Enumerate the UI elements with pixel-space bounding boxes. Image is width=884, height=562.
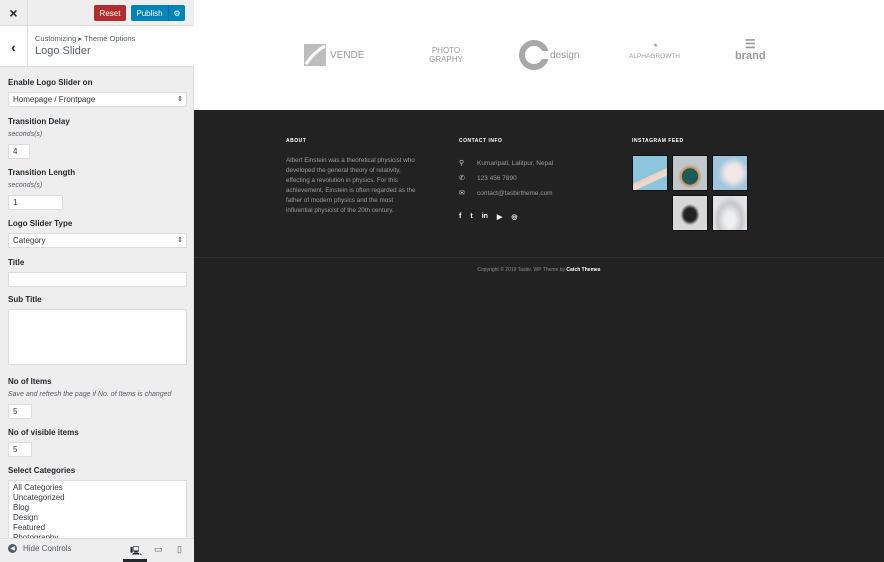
visible-items-label: No of visible items: [8, 428, 79, 437]
categories-listbox[interactable]: All Categories Uncategorized Blog Design…: [8, 480, 187, 540]
catch-themes-link[interactable]: Catch Themes: [566, 267, 600, 273]
contact-title: CONTACT INFO: [459, 138, 503, 144]
youtube-icon[interactable]: ▶: [497, 213, 502, 221]
no-of-items-description: Save and refresh the page if No. of Item…: [8, 391, 172, 398]
phone-text: 123 456 7890: [477, 174, 517, 182]
logo-brand[interactable]: ☰ brand: [735, 38, 766, 72]
facebook-icon[interactable]: f: [459, 213, 461, 221]
select-arrows-icon: ⇕: [177, 96, 183, 103]
customizer-footer: ◀ Hide Controls 🖳 ▭ ▯: [0, 538, 194, 562]
hide-controls-label: Hide Controls: [23, 544, 72, 553]
mobile-icon[interactable]: ▯: [177, 544, 182, 555]
transition-length-input[interactable]: 1: [8, 195, 63, 210]
logo-alphagrowth[interactable]: ◔ ALPHAGROWTH: [629, 38, 680, 72]
category-option[interactable]: All Categories: [13, 483, 182, 493]
footer-divider: [194, 257, 884, 258]
vende-logo-icon: [304, 44, 326, 66]
contact-phone: ✆ 123 456 7890: [459, 174, 517, 183]
collapse-icon: ◀: [8, 544, 17, 553]
instagram-image[interactable]: [672, 155, 708, 191]
publish-button[interactable]: Publish: [131, 5, 168, 21]
transition-delay-unit: seconds(s): [8, 131, 43, 138]
contact-email[interactable]: ✉ contact@tasbirtheme.com: [459, 189, 553, 198]
customizer-sidebar: × Reset Publish ⚙ ‹ Customizing ▸ Theme …: [0, 0, 194, 562]
gear-icon[interactable]: ⚙: [168, 5, 185, 21]
logo-text: ALPHAGROWTH: [629, 53, 680, 60]
twitter-icon[interactable]: t: [470, 213, 472, 221]
logo-slider-type-label: Logo Slider Type: [8, 219, 73, 228]
transition-length-unit: seconds(s): [8, 182, 43, 189]
section-header: ‹ Customizing ▸ Theme Options Logo Slide…: [0, 26, 194, 67]
logo-text: design: [550, 49, 580, 61]
category-option[interactable]: Featured: [13, 523, 182, 533]
about-title: ABOUT: [286, 138, 307, 144]
logo-vende[interactable]: VENDE: [304, 38, 364, 72]
section-title: Logo Slider: [35, 45, 91, 57]
back-icon[interactable]: ‹: [0, 26, 28, 67]
close-icon[interactable]: ×: [0, 0, 28, 26]
category-option[interactable]: Blog: [13, 503, 182, 513]
category-option[interactable]: Design: [13, 513, 182, 523]
customizer-header: × Reset Publish ⚙: [0, 0, 194, 26]
visible-items-input[interactable]: 5: [8, 442, 32, 457]
transition-length-label: Transition Length: [8, 168, 76, 177]
logo-text: PHOTO GRAPHY: [429, 46, 463, 64]
contact-address: ⚲ Kumaripati, Lalitpur, Nepal: [459, 159, 554, 168]
site-footer: ABOUT Albert Einstein was a theoretical …: [194, 110, 884, 562]
logo-slider-type-select[interactable]: Category ⇕: [8, 233, 187, 248]
instagram-image[interactable]: [712, 195, 748, 231]
reset-button[interactable]: Reset: [94, 5, 126, 21]
linkedin-icon[interactable]: in: [482, 213, 488, 221]
enable-logo-slider-value: Homepage / Frontpage: [13, 95, 96, 104]
site-preview: VENDE PHOTO GRAPHY design ◔ ALPHAGROWTH …: [194, 0, 884, 562]
title-input[interactable]: [8, 272, 187, 287]
enable-logo-slider-select[interactable]: Homepage / Frontpage ⇕: [8, 92, 187, 107]
layers-icon: ☰: [744, 37, 756, 51]
tablet-icon[interactable]: ▭: [154, 544, 163, 555]
select-categories-label: Select Categories: [8, 466, 76, 475]
copyright: Copyright © 2019 Tasbir. WP Theme by Cat…: [194, 267, 884, 273]
instagram-image[interactable]: [672, 195, 708, 231]
select-arrows-icon: ⇕: [177, 237, 183, 244]
transition-delay-label: Transition Delay: [8, 117, 70, 126]
hide-controls-button[interactable]: ◀ Hide Controls: [8, 544, 71, 553]
enable-logo-slider-label: Enable Logo Slider on: [8, 78, 93, 87]
instagram-icon[interactable]: ◎: [511, 213, 517, 221]
copyright-text: Copyright © 2019 Tasbir. WP Theme by: [477, 267, 567, 273]
address-text: Kumaripati, Lalitpur, Nepal: [477, 159, 554, 167]
logo-text: brand: [735, 50, 766, 62]
logo-slider-type-value: Category: [13, 236, 46, 245]
subtitle-textarea[interactable]: [8, 309, 187, 365]
category-option[interactable]: Uncategorized: [13, 493, 182, 503]
logo-text: VENDE: [330, 49, 365, 61]
instagram-image[interactable]: [712, 155, 748, 191]
logo-slider: VENDE PHOTO GRAPHY design ◔ ALPHAGROWTH …: [194, 0, 884, 110]
instagram-image[interactable]: [632, 155, 668, 191]
design-logo-icon: [519, 40, 550, 70]
subtitle-label: Sub Title: [8, 295, 42, 304]
logo-photography[interactable]: PHOTO GRAPHY: [424, 38, 468, 72]
envelope-icon: ✉: [459, 190, 465, 197]
breadcrumb: Customizing ▸ Theme Options: [35, 34, 136, 43]
instagram-title: INSTAGRAM FEED: [632, 138, 684, 144]
no-of-items-input[interactable]: 5: [8, 404, 32, 419]
about-text: Albert Einstein was a theoretical physic…: [286, 157, 416, 214]
logo-design[interactable]: design: [518, 38, 579, 72]
alphagrowth-icon: ◔: [650, 38, 659, 53]
title-label: Title: [8, 258, 25, 267]
map-pin-icon: ⚲: [459, 160, 465, 167]
email-text[interactable]: contact@tasbirtheme.com: [477, 190, 553, 197]
desktop-icon[interactable]: 🖳: [130, 544, 142, 560]
phone-icon: ✆: [459, 175, 465, 182]
no-of-items-label: No of Items: [8, 377, 52, 386]
social-links: f t in ▶ ◎: [459, 213, 517, 221]
transition-delay-input[interactable]: 4: [8, 144, 30, 159]
